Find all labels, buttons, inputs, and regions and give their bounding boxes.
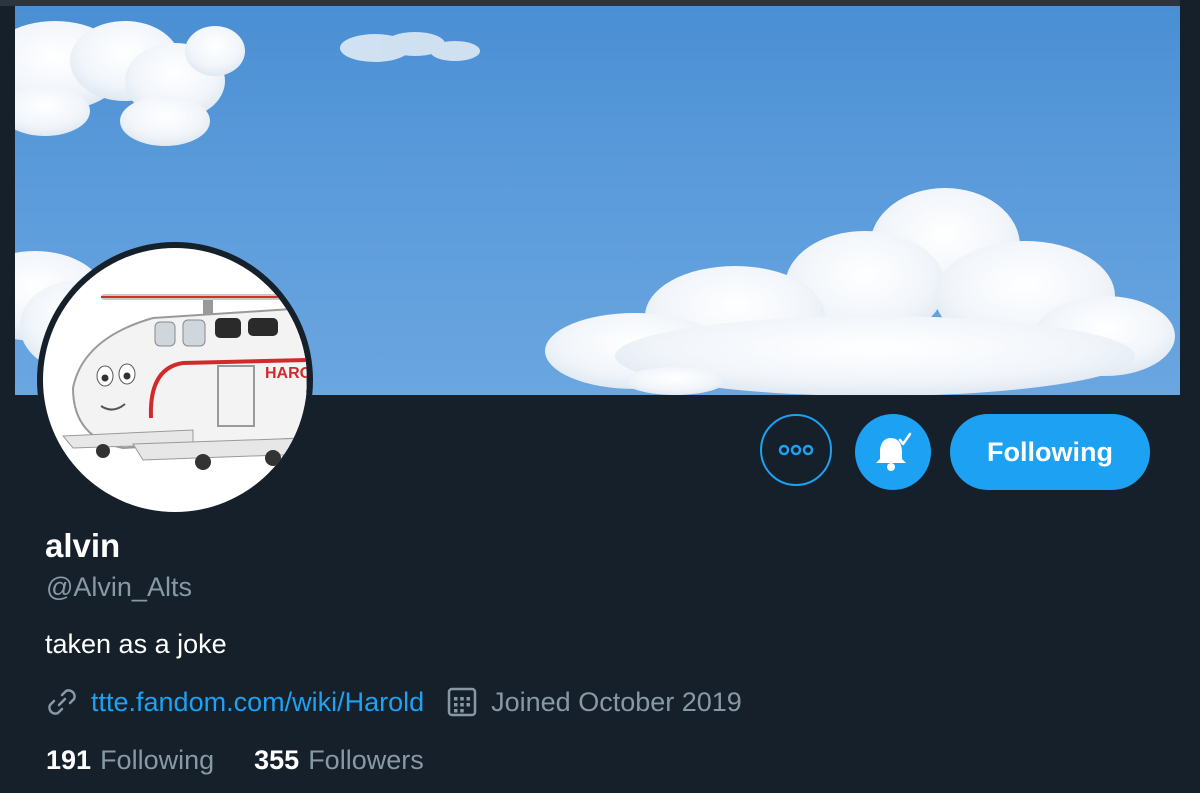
bell-check-icon — [876, 432, 912, 471]
profile-page: HARO Following alvin @Alvin_Alts taken a… — [0, 0, 1200, 793]
more-options-button[interactable] — [760, 414, 832, 486]
followers-stat[interactable]: 355 Followers — [254, 742, 424, 778]
link-icon — [48, 689, 76, 715]
followers-count: 355 — [254, 745, 300, 775]
right-border — [1180, 0, 1200, 793]
user-handle: @Alvin_Alts — [46, 572, 192, 602]
avatar[interactable]: HARO — [43, 248, 307, 512]
following-stat[interactable]: 191 Following — [46, 742, 214, 778]
notifications-button[interactable] — [855, 414, 931, 490]
calendar-icon — [447, 687, 477, 717]
more-icon — [778, 444, 814, 456]
website-link[interactable]: ttte.fandom.com/wiki/Harold — [91, 687, 424, 718]
avatar-text: HARO — [265, 365, 307, 382]
follow-stats: 191 Following 355 Followers — [46, 742, 424, 778]
joined-date: Joined October 2019 — [491, 686, 742, 717]
following-count: 191 — [46, 745, 92, 775]
followers-label: Followers — [308, 745, 424, 775]
display-name: alvin — [45, 527, 121, 564]
following-label: Following — [100, 745, 215, 775]
profile-bio: taken as a joke — [45, 629, 227, 659]
helicopter-avatar-image: HARO — [61, 294, 307, 470]
profile-meta: ttte.fandom.com/wiki/Harold Joined Octob… — [45, 684, 742, 720]
following-button-label: Following — [987, 436, 1113, 467]
following-button[interactable]: Following — [950, 414, 1150, 490]
